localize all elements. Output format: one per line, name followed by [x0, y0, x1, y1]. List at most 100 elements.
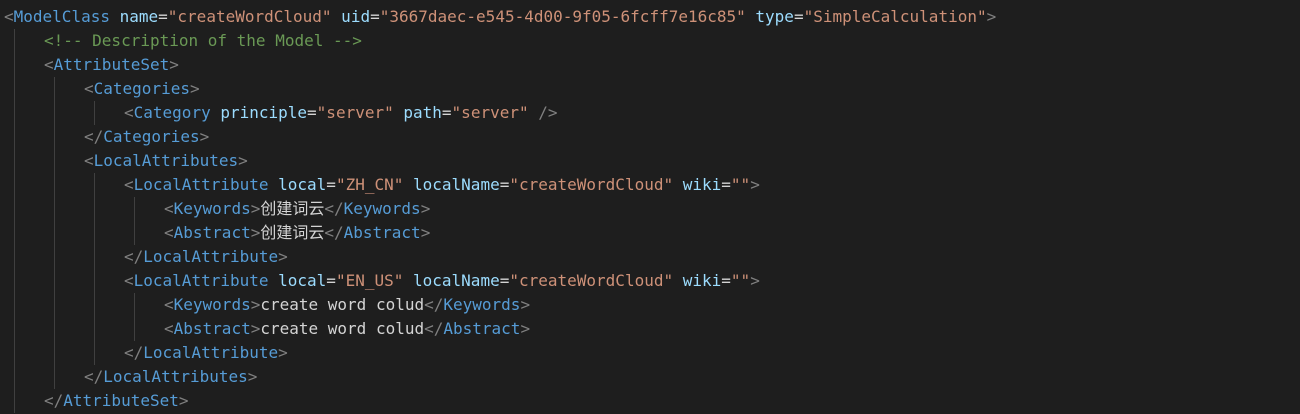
indent-guide: [54, 341, 55, 365]
bracket-token: </: [84, 127, 104, 146]
attribute-value-token: "3667daec-e545-4d00-9f05-6fcff7e16c85": [379, 7, 746, 26]
tag-name-token: LocalAttribute: [143, 247, 279, 266]
indent-guide: [14, 269, 15, 293]
attribute-name-token: wiki: [673, 175, 722, 194]
code-line[interactable]: </LocalAttribute>: [124, 245, 288, 269]
indent-guide: [14, 125, 15, 149]
indent-guide: [14, 197, 15, 221]
code-line[interactable]: <Abstract>create word colud</Abstract>: [164, 317, 530, 341]
bracket-token: <: [124, 271, 134, 290]
indent-guide: [54, 197, 55, 221]
code-line[interactable]: <Keywords>创建词云</Keywords>: [164, 197, 430, 221]
bracket-token: <: [84, 151, 94, 170]
indent-guide: [14, 29, 15, 53]
attribute-value-token: "server": [316, 103, 394, 122]
bracket-token: </: [124, 343, 144, 362]
bracket-token: >: [520, 295, 531, 314]
bracket-token: </: [44, 391, 64, 410]
text-token: =: [307, 103, 317, 122]
indent-guide: [54, 125, 55, 149]
bracket-token: <: [164, 295, 174, 314]
text-token: create word colud: [260, 295, 425, 314]
indent-guide: [94, 293, 95, 317]
code-line[interactable]: <Abstract>创建词云</Abstract>: [164, 221, 430, 245]
bracket-token: >: [250, 199, 261, 218]
bracket-token: >: [750, 175, 760, 194]
tag-name-token: Categories: [93, 79, 190, 98]
text-token: =: [793, 7, 804, 26]
bracket-token: <: [124, 175, 134, 194]
indent-guide: [14, 389, 15, 413]
text-token: 创建词云: [260, 199, 325, 218]
code-line[interactable]: <Category principle="server" path="serve…: [124, 101, 558, 125]
indent-guide: [54, 317, 55, 341]
tag-name-token: Categories: [103, 127, 200, 146]
indent-guide: [54, 149, 55, 173]
code-line[interactable]: </AttributeSet>: [44, 389, 189, 413]
text-token: =: [370, 7, 380, 26]
indent-guide: [94, 221, 95, 245]
attribute-value-token: "": [730, 271, 751, 290]
indent-guide: [14, 317, 15, 341]
attribute-value-token: "createWordCloud": [167, 7, 332, 26]
tag-name-token: Keywords: [443, 295, 521, 314]
code-line[interactable]: <!-- Description of the Model -->: [44, 29, 362, 53]
indent-guide: [14, 245, 15, 269]
tag-name-token: LocalAttributes: [103, 367, 248, 386]
code-line[interactable]: <Categories>: [84, 77, 200, 101]
bracket-token: >: [189, 79, 200, 98]
bracket-token: >: [250, 319, 261, 338]
attribute-value-token: "SimpleCalculation": [803, 7, 987, 26]
bracket-token: >: [278, 343, 288, 362]
indent-guide: [14, 221, 15, 245]
code-line[interactable]: <ModelClass name="createWordCloud" uid="…: [4, 5, 996, 29]
bracket-token: <: [164, 319, 174, 338]
tag-name-token: LocalAttribute: [133, 175, 269, 194]
indent-guide: [54, 77, 55, 101]
attribute-name-token: local: [268, 271, 327, 290]
tag-name-token: AttributeSet: [63, 391, 179, 410]
bracket-token: >: [750, 271, 760, 290]
bracket-token: >: [278, 247, 288, 266]
code-line[interactable]: <AttributeSet>: [44, 53, 179, 77]
tag-name-token: AttributeSet: [53, 55, 170, 74]
code-line[interactable]: </Categories>: [84, 125, 209, 149]
indent-guide: [54, 269, 55, 293]
indent-guide: [54, 365, 55, 389]
code-line[interactable]: <LocalAttribute local="ZH_CN" localName=…: [124, 173, 760, 197]
bracket-token: >: [250, 223, 261, 242]
bracket-token: </: [324, 223, 344, 242]
bracket-token: </: [424, 319, 444, 338]
code-line[interactable]: <LocalAttribute local="EN_US" localName=…: [124, 269, 760, 293]
code-editor[interactable]: <ModelClass name="createWordCloud" uid="…: [0, 0, 1300, 414]
indent-guide: [94, 173, 95, 197]
bracket-token: >: [238, 151, 248, 170]
bracket-token: </: [124, 247, 144, 266]
attribute-name-token: path: [393, 103, 442, 122]
attribute-name-token: principle: [210, 103, 308, 122]
attribute-name-token: wiki: [673, 271, 722, 290]
attribute-value-token: "ZH_CN": [335, 175, 404, 194]
code-line[interactable]: </LocalAttribute>: [124, 341, 288, 365]
indent-guide: [14, 173, 15, 197]
bracket-token: <: [164, 199, 174, 218]
indent-guide: [14, 341, 15, 365]
text-token: create word colud: [260, 319, 425, 338]
code-line[interactable]: <LocalAttributes>: [84, 149, 248, 173]
tag-name-token: Abstract: [443, 319, 521, 338]
indent-guide: [54, 101, 55, 125]
indent-guide: [94, 317, 95, 341]
indent-guide: [134, 197, 135, 221]
text-token: =: [499, 271, 510, 290]
text-token: =: [721, 175, 731, 194]
bracket-token: >: [178, 391, 189, 410]
text-token: =: [326, 175, 336, 194]
bracket-token: >: [420, 223, 431, 242]
code-line[interactable]: </LocalAttributes>: [84, 365, 257, 389]
tag-name-token: ModelClass: [13, 7, 110, 26]
text-token: =: [441, 103, 452, 122]
code-line[interactable]: <Keywords>create word colud</Keywords>: [164, 293, 530, 317]
indent-guide: [134, 293, 135, 317]
tag-name-token: Abstract: [173, 319, 251, 338]
text-token: =: [721, 271, 731, 290]
